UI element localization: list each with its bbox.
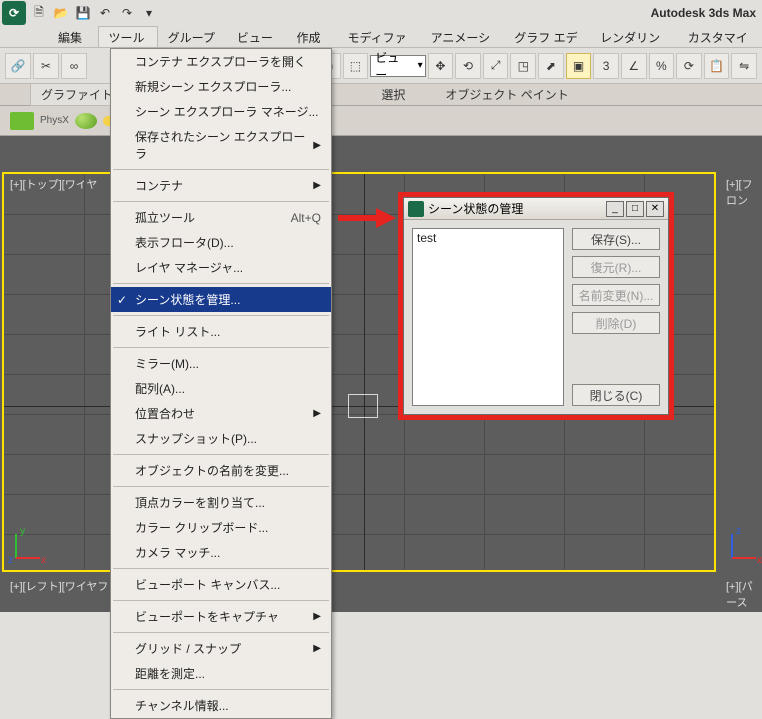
- keymode-icon[interactable]: ▣: [566, 53, 592, 79]
- view-combo[interactable]: ビュー: [370, 55, 425, 77]
- nvidia-icon[interactable]: [10, 112, 34, 130]
- save-button[interactable]: 保存(S)...: [572, 228, 660, 250]
- menu-item[interactable]: グリッド / スナップ▶: [111, 636, 331, 661]
- menu-item[interactable]: チャンネル情報...: [111, 693, 331, 718]
- manip-icon[interactable]: ⬈: [538, 53, 564, 79]
- refsys-icon[interactable]: ◳: [510, 53, 536, 79]
- bind-icon[interactable]: ∞: [61, 53, 87, 79]
- undo-icon[interactable]: ↶: [94, 2, 116, 24]
- scale-icon[interactable]: ⤢: [483, 53, 509, 79]
- menu-item[interactable]: コンテナ エクスプローラを開く: [111, 49, 331, 74]
- menu-animation[interactable]: アニメーション: [421, 26, 505, 47]
- menu-rendering[interactable]: レンダリング(R): [590, 26, 678, 47]
- menu-item[interactable]: 配列(A)...: [111, 376, 331, 401]
- unlink-icon[interactable]: ✂: [33, 53, 59, 79]
- viewport-persp[interactable]: [+][パース: [720, 576, 762, 610]
- save-icon[interactable]: 💾: [72, 2, 94, 24]
- close-button[interactable]: ✕: [646, 201, 664, 217]
- physx-label: PhysX: [40, 115, 69, 126]
- quick-access-toolbar: ⟳ 🗎 📂 💾 ↶ ↷ ▾ Autodesk 3ds Max: [0, 0, 762, 26]
- menu-item[interactable]: スナップショット(P)...: [111, 426, 331, 451]
- dialog-app-icon: [408, 201, 424, 217]
- menu-item[interactable]: ビューポート キャンバス...: [111, 572, 331, 597]
- snap-icon[interactable]: 3: [593, 53, 619, 79]
- menu-view[interactable]: ビュー(V): [227, 26, 287, 47]
- spinner-snap-icon[interactable]: ⟳: [676, 53, 702, 79]
- ribbon-tab-select[interactable]: 選択: [371, 84, 415, 105]
- minimize-button[interactable]: _: [606, 201, 624, 217]
- menu-item[interactable]: シーン エクスプローラ マネージ...: [111, 99, 331, 124]
- menu-item[interactable]: カメラ マッチ...: [111, 540, 331, 565]
- dialog-titlebar[interactable]: シーン状態の管理 _ □ ✕: [404, 198, 668, 220]
- cursor-region: [348, 394, 378, 418]
- viewport-persp-label: [+][パース: [726, 578, 762, 610]
- axis-gizmo: y x z: [10, 530, 44, 564]
- axis-gizmo-front: z x: [726, 530, 760, 564]
- menu-create[interactable]: 作成(C): [286, 26, 337, 47]
- menu-item[interactable]: 距離を測定...: [111, 661, 331, 686]
- menu-item[interactable]: レイヤ マネージャ...: [111, 255, 331, 280]
- mirror-icon[interactable]: ⇋: [731, 53, 757, 79]
- maximize-button[interactable]: □: [626, 201, 644, 217]
- scene-state-dialog: シーン状態の管理 _ □ ✕ test 保存(S)... 復元(R)... 名前…: [403, 197, 669, 415]
- app-icon[interactable]: ⟳: [2, 1, 26, 25]
- scene-state-list[interactable]: test: [412, 228, 564, 406]
- menu-item[interactable]: 表示フロータ(D)...: [111, 230, 331, 255]
- qat-more-icon[interactable]: ▾: [138, 2, 160, 24]
- list-item[interactable]: test: [417, 231, 559, 245]
- menu-item[interactable]: ビューポートをキャプチャ▶: [111, 604, 331, 629]
- menu-item[interactable]: カラー クリップボード...: [111, 515, 331, 540]
- percent-snap-icon[interactable]: %: [649, 53, 675, 79]
- rotate-icon[interactable]: ⟲: [455, 53, 481, 79]
- menu-item[interactable]: オブジェクトの名前を変更...: [111, 458, 331, 483]
- viewport-front-label: [+][フロン: [726, 176, 762, 208]
- menu-item[interactable]: シーン状態を管理...: [111, 287, 331, 312]
- menu-modifier[interactable]: モディファイヤ: [337, 26, 420, 47]
- new-icon[interactable]: 🗎: [28, 2, 50, 24]
- named-sel-icon[interactable]: 📋: [704, 53, 730, 79]
- menu-grapheditor[interactable]: グラフ エディタ: [504, 26, 590, 47]
- viewport-front[interactable]: [+][フロン z x: [720, 174, 762, 570]
- open-icon[interactable]: 📂: [50, 2, 72, 24]
- delete-button[interactable]: 削除(D): [572, 312, 660, 334]
- annotation-arrow: [336, 206, 396, 230]
- menu-item[interactable]: ミラー(M)...: [111, 351, 331, 376]
- tools-dropdown: コンテナ エクスプローラを開く新規シーン エクスプローラ...シーン エクスプロ…: [110, 48, 332, 719]
- ribbon-tab-objpaint[interactable]: オブジェクト ペイント: [435, 84, 578, 105]
- menu-tools[interactable]: ツール(T): [98, 26, 157, 47]
- dialog-highlight: シーン状態の管理 _ □ ✕ test 保存(S)... 復元(R)... 名前…: [398, 192, 674, 420]
- restore-button[interactable]: 復元(R)...: [572, 256, 660, 278]
- menubar: 編集(E) ツール(T) グループ(G) ビュー(V) 作成(C) モディファイ…: [0, 26, 762, 48]
- close-dialog-button[interactable]: 閉じる(C): [572, 384, 660, 406]
- dialog-title: シーン状態の管理: [428, 200, 606, 217]
- menu-item[interactable]: 孤立ツールAlt+Q: [111, 205, 331, 230]
- rename-button[interactable]: 名前変更(N)...: [572, 284, 660, 306]
- menu-item[interactable]: 頂点カラーを割り当て...: [111, 490, 331, 515]
- menu-item[interactable]: 保存されたシーン エクスプローラ▶: [111, 124, 331, 166]
- select-rect-icon[interactable]: ⬚: [343, 53, 369, 79]
- menu-group[interactable]: グループ(G): [158, 26, 227, 47]
- menu-item[interactable]: ライト リスト...: [111, 319, 331, 344]
- move-icon[interactable]: ✥: [428, 53, 454, 79]
- menu-edit[interactable]: 編集(E): [48, 26, 98, 47]
- menu-item[interactable]: コンテナ▶: [111, 173, 331, 198]
- bean-icon[interactable]: [75, 113, 97, 129]
- angle-snap-icon[interactable]: ∠: [621, 53, 647, 79]
- menu-customize[interactable]: カスタマイズ(U: [678, 26, 762, 47]
- menu-item[interactable]: 位置合わせ▶: [111, 401, 331, 426]
- app-title: Autodesk 3ds Max: [651, 6, 756, 20]
- menu-item[interactable]: 新規シーン エクスプローラ...: [111, 74, 331, 99]
- redo-icon[interactable]: ↷: [116, 2, 138, 24]
- link-icon[interactable]: 🔗: [5, 53, 31, 79]
